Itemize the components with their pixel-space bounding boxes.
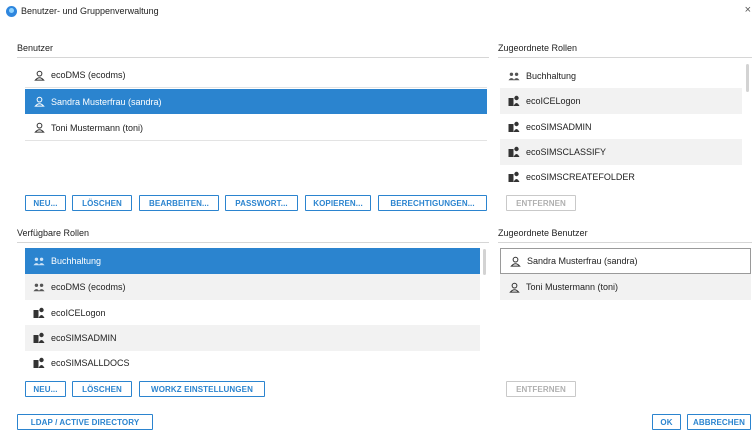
assigned-roles-divider [498, 57, 752, 58]
ok-button[interactable]: OK [652, 414, 681, 430]
group-icon [33, 281, 45, 293]
assigned-roles-label: Zugeordnete Rollen [498, 43, 578, 53]
role-icon [33, 332, 45, 344]
new-user-button[interactable]: NEU... [25, 195, 66, 211]
user-icon [33, 122, 45, 134]
role-icon [33, 307, 45, 319]
list-item[interactable]: ecoSIMSADMIN [25, 325, 480, 351]
app-logo-icon [6, 5, 17, 17]
user-icon [509, 255, 521, 267]
list-item[interactable]: Buchhaltung [25, 248, 480, 274]
window-title: Benutzer- und Gruppenverwaltung [21, 6, 159, 16]
workz-settings-button[interactable]: WORKZ EINSTELLUNGEN [139, 381, 265, 397]
list-item[interactable]: Sandra Musterfrau (sandra) [500, 248, 751, 274]
row-divider [25, 140, 487, 141]
available-roles-divider [17, 242, 489, 243]
users-section-label: Benutzer [17, 43, 54, 53]
list-item[interactable]: ecoDMS (ecodms) [25, 274, 480, 300]
copy-user-button[interactable]: KOPIEREN... [305, 195, 371, 211]
group-icon [508, 70, 520, 82]
assigned-users-divider [498, 242, 752, 243]
list-item[interactable]: ecoDMS (ecodms) [25, 63, 487, 87]
role-name: Buchhaltung [526, 70, 577, 81]
users-list: ecoDMS (ecodms) Sandra Musterfrau (sandr… [25, 63, 487, 143]
role-name: ecoSIMSCLASSIFY [526, 147, 607, 157]
assigned-users-label: Zugeordnete Benutzer [498, 228, 588, 238]
list-item[interactable]: Sandra Musterfrau (sandra) [25, 89, 487, 114]
edit-user-button[interactable]: BEARBEITEN... [139, 195, 219, 211]
role-name: Buchhaltung [51, 256, 102, 266]
user-name: Sandra Musterfrau (sandra) [527, 256, 638, 266]
assigned-roles-list: Buchhaltung ecoICELogon ecoSIMSADMIN eco… [500, 63, 742, 189]
list-item[interactable]: Toni Mustermann (toni) [25, 115, 487, 140]
list-item[interactable]: ecoSIMSALLDOCS [25, 351, 480, 375]
role-icon [508, 146, 520, 158]
users-divider [17, 57, 489, 58]
new-role-button[interactable]: NEU... [25, 381, 66, 397]
user-icon [33, 96, 45, 108]
list-item[interactable]: ecoSIMSCREATEFOLDER [500, 165, 742, 189]
role-name: ecoSIMSCREATEFOLDER [526, 172, 635, 182]
role-name: ecoICELogon [51, 307, 106, 318]
available-roles-label: Verfügbare Rollen [17, 228, 90, 238]
available-roles-scrollbar[interactable] [483, 249, 486, 275]
remove-role-button[interactable]: ENTFERNEN [506, 195, 576, 211]
assigned-roles-scrollbar[interactable] [746, 64, 749, 92]
password-button[interactable]: PASSWORT... [225, 195, 298, 211]
delete-user-button[interactable]: LÖSCHEN [72, 195, 132, 211]
role-name: ecoSIMSADMIN [526, 121, 592, 132]
list-item[interactable]: ecoSIMSCLASSIFY [500, 139, 742, 165]
row-divider [25, 87, 487, 88]
assigned-users-list: Sandra Musterfrau (sandra) Toni Musterma… [500, 248, 751, 300]
permissions-button[interactable]: BERECHTIGUNGEN... [378, 195, 487, 211]
delete-role-button[interactable]: LÖSCHEN [72, 381, 132, 397]
list-item[interactable]: Buchhaltung [500, 63, 742, 88]
title-bar: Benutzer- und Gruppenverwaltung × [0, 0, 755, 22]
role-icon [508, 171, 520, 183]
user-icon [33, 69, 45, 81]
role-name: ecoICELogon [526, 96, 581, 106]
ldap-button[interactable]: LDAP / ACTIVE DIRECTORY [17, 414, 153, 430]
user-name: Toni Mustermann (toni) [526, 282, 619, 292]
user-icon [508, 281, 520, 293]
user-name: ecoDMS (ecodms) [51, 70, 126, 80]
user-name: Toni Mustermann (toni) [51, 122, 144, 133]
cancel-button[interactable]: ABBRECHEN [687, 414, 751, 430]
list-item[interactable]: ecoICELogon [25, 300, 480, 325]
user-name: Sandra Musterfrau (sandra) [51, 96, 162, 107]
list-item[interactable]: ecoICELogon [500, 88, 742, 114]
role-name: ecoSIMSALLDOCS [51, 358, 130, 368]
group-icon [33, 255, 45, 267]
available-roles-list: Buchhaltung ecoDMS (ecodms) ecoICELogon … [25, 248, 480, 375]
role-icon [508, 121, 520, 133]
role-name: ecoSIMSADMIN [51, 333, 117, 343]
list-item[interactable]: Toni Mustermann (toni) [500, 274, 751, 300]
close-icon[interactable]: × [745, 4, 751, 16]
list-item[interactable]: ecoSIMSADMIN [500, 114, 742, 139]
role-icon [33, 357, 45, 369]
role-icon [508, 95, 520, 107]
role-name: ecoDMS (ecodms) [51, 282, 126, 292]
remove-user-button[interactable]: ENTFERNEN [506, 381, 576, 397]
